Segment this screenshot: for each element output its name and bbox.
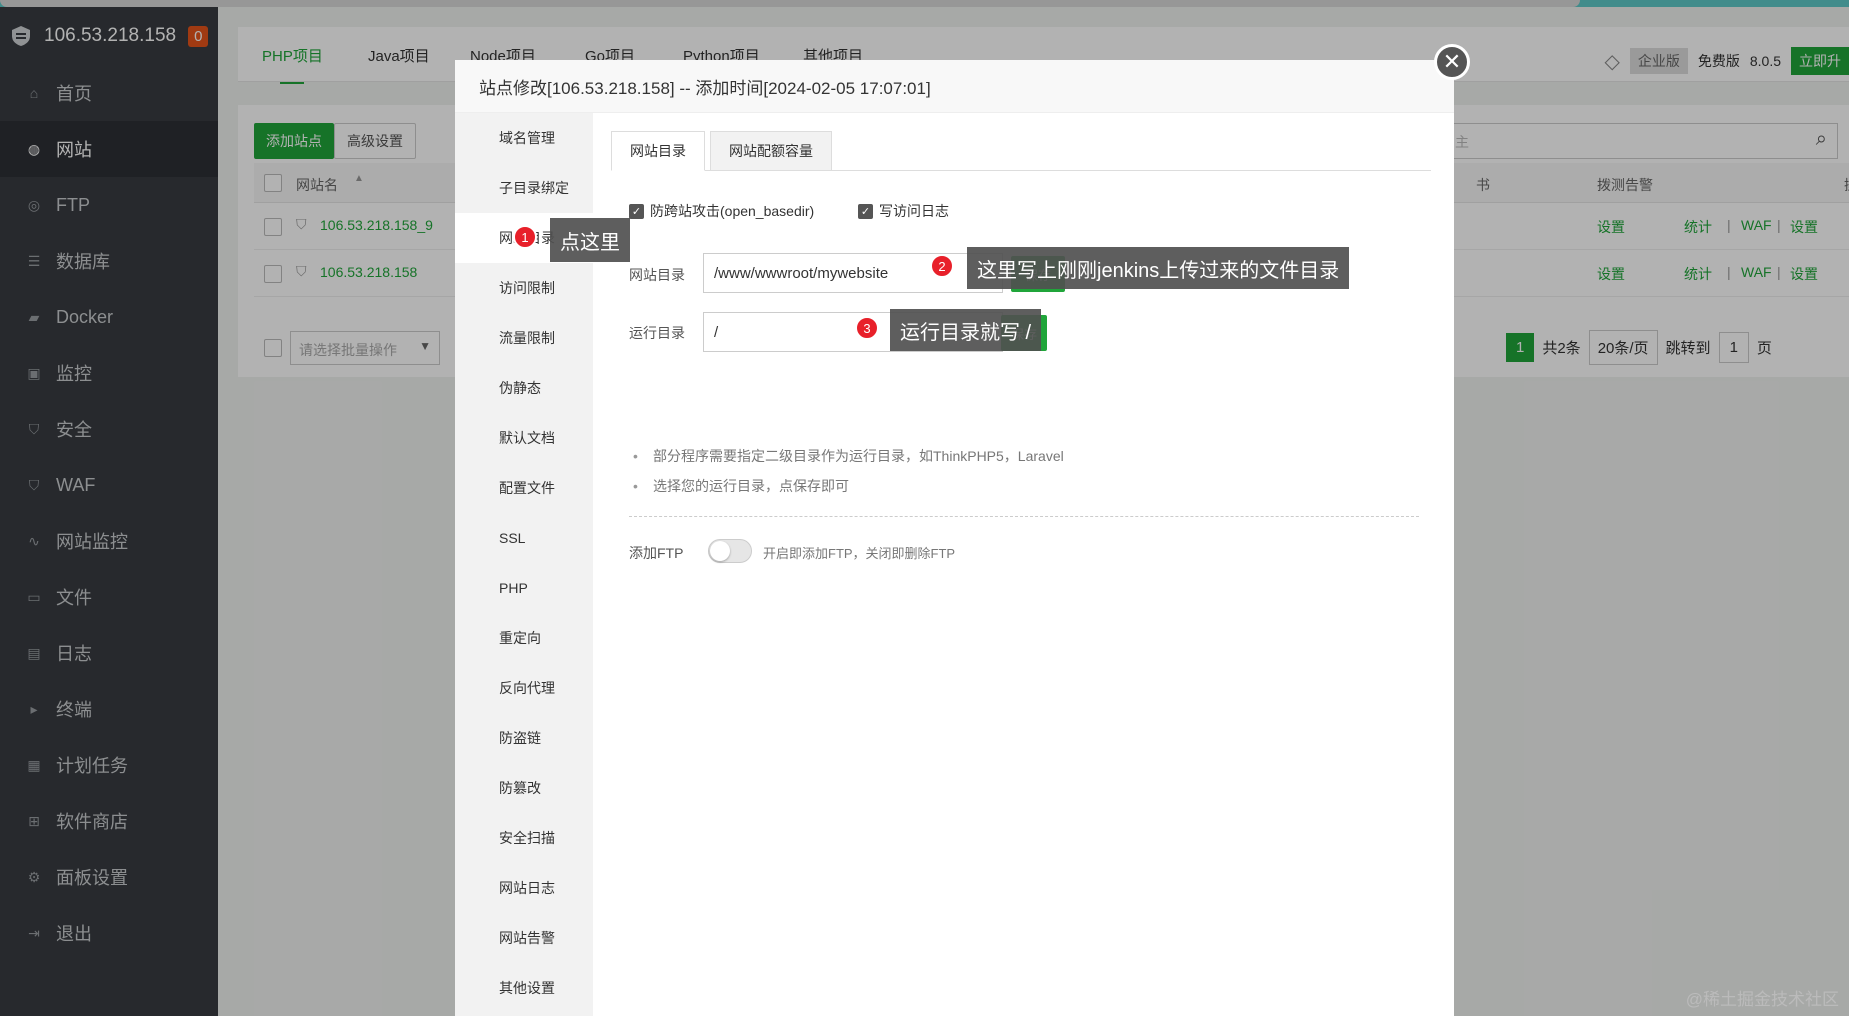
nav-item-redirect[interactable]: 重定向 <box>455 613 593 663</box>
modal-title: 站点修改[106.53.218.158] -- 添加时间[2024-02-05 … <box>455 60 1454 113</box>
nav-item-security-scan[interactable]: 安全扫描 <box>455 813 593 863</box>
tab-quota[interactable]: 网站配额容量 <box>710 131 832 171</box>
ftp-label: 添加FTP <box>629 545 684 561</box>
check-icon: ✓ <box>858 203 873 219</box>
annotation-text: 运行目录就写 / <box>900 321 1032 344</box>
nav-item-hotlink[interactable]: 防盗链 <box>455 713 593 763</box>
site-dir-label: 网站目录 <box>629 267 685 283</box>
nav-item-site-alert[interactable]: 网站告警 <box>455 913 593 963</box>
run-dir-value: / <box>714 323 719 341</box>
nav-item-config[interactable]: 配置文件 <box>455 463 593 513</box>
nav-item-site-log[interactable]: 网站日志 <box>455 863 593 913</box>
annotation-text: 点这里 <box>560 231 620 254</box>
annotation-callout-2: 这里写上刚刚jenkins上传过来的文件目录 <box>967 247 1350 289</box>
annotation-marker-2: 2 <box>930 254 954 278</box>
tips-list: 部分程序需要指定二级目录作为运行目录，如ThinkPHP5，Laravel 选择… <box>633 441 1064 501</box>
nav-item-php[interactable]: PHP <box>455 563 593 613</box>
watermark: @稀土掘金技术社区 <box>1685 990 1839 1009</box>
nav-item-domain[interactable]: 域名管理 <box>455 113 593 163</box>
run-dir-label: 运行目录 <box>629 325 685 341</box>
basedir-checkbox[interactable]: ✓ 防跨站攻击(open_basedir) <box>629 201 814 221</box>
nav-item-subdir[interactable]: 子目录绑定 <box>455 163 593 213</box>
site-edit-modal: 站点修改[106.53.218.158] -- 添加时间[2024-02-05 … <box>455 60 1454 1016</box>
basedir-label: 防跨站攻击(open_basedir) <box>650 203 815 219</box>
nav-item-access-limit[interactable]: 访问限制 <box>455 263 593 313</box>
nav-item-default-doc[interactable]: 默认文档 <box>455 413 593 463</box>
nav-item-tamper[interactable]: 防篡改 <box>455 763 593 813</box>
access-log-label: 写访问日志 <box>879 203 949 219</box>
tab-site-dir[interactable]: 网站目录 <box>611 131 705 171</box>
site-dir-input[interactable]: /www/wwwroot/mywebsite <box>703 253 1003 293</box>
nav-item-other[interactable]: 其他设置 <box>455 963 593 1013</box>
nav-item-rewrite[interactable]: 伪静态 <box>455 363 593 413</box>
annotation-callout-3: 运行目录就写 / <box>890 309 1042 351</box>
annotation-marker-1: 1 <box>513 225 537 249</box>
close-icon[interactable]: ✕ <box>1434 44 1470 80</box>
nav-item-ssl[interactable]: SSL <box>455 513 593 563</box>
nav-item-traffic-limit[interactable]: 流量限制 <box>455 313 593 363</box>
modal-sub-tabs: 网站目录 网站配额容量 <box>611 131 1431 171</box>
annotation-text: 这里写上刚刚jenkins上传过来的文件目录 <box>977 259 1340 282</box>
tip-item: 选择您的运行目录，点保存即可 <box>633 471 1064 501</box>
tip-item: 部分程序需要指定二级目录作为运行目录，如ThinkPHP5，Laravel <box>633 441 1064 471</box>
ftp-toggle[interactable] <box>708 539 752 563</box>
divider <box>629 516 1419 517</box>
site-dir-value: /www/wwwroot/mywebsite <box>714 264 889 282</box>
access-log-checkbox[interactable]: ✓ 写访问日志 <box>858 201 949 221</box>
nav-item-reverse-proxy[interactable]: 反向代理 <box>455 663 593 713</box>
annotation-marker-3: 3 <box>855 316 879 340</box>
check-icon: ✓ <box>629 203 644 219</box>
ftp-hint: 开启即添加FTP，关闭即删除FTP <box>763 546 956 561</box>
annotation-callout-1: 点这里 <box>550 218 630 262</box>
